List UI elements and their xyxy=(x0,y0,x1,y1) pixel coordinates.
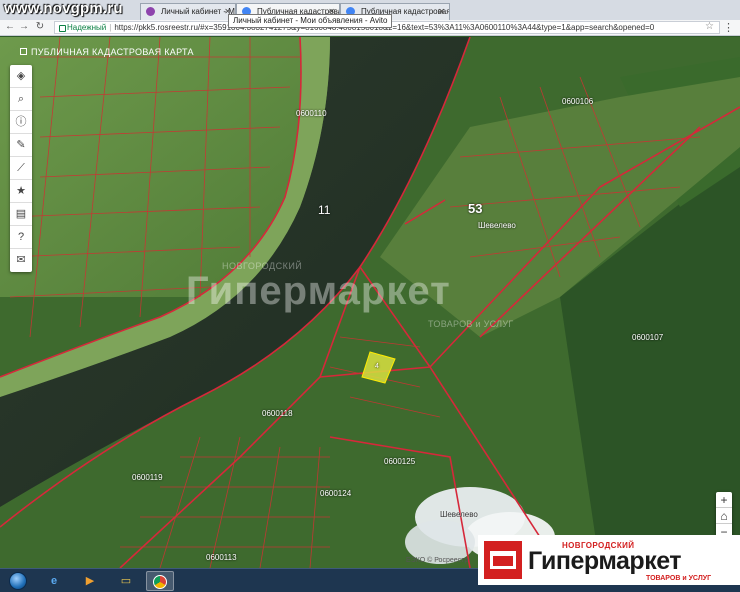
village-label-south: Шевелево xyxy=(440,510,478,519)
print-icon[interactable]: ▤ xyxy=(10,203,32,226)
satellite-imagery xyxy=(0,37,740,568)
pencil-icon[interactable]: ✎ xyxy=(10,134,32,157)
secure-label: Надежный xyxy=(55,23,106,32)
chrome-icon[interactable] xyxy=(146,571,174,591)
media-player-icon[interactable]: ▶ xyxy=(76,571,104,591)
zoom-control: + ⌂ − xyxy=(716,492,732,540)
map-title: ПУБЛИЧНАЯ КАДАСТРОВАЯ КАРТА xyxy=(20,47,194,57)
zoom-in-button[interactable]: + xyxy=(716,492,732,508)
tab-avito[interactable]: Личный кабинет - Мои ✕ xyxy=(140,3,236,20)
village-label: Шевелево xyxy=(478,221,516,230)
cadastral-map[interactable]: ПУБЛИЧНАЯ КАДАСТРОВАЯ КАРТА ◈ ⌕ ⓘ ✎ ⟋ ★ … xyxy=(0,37,740,568)
selected-parcel-label[interactable]: 4 xyxy=(375,363,379,370)
ruler-icon[interactable]: ⟋ xyxy=(10,157,32,180)
zoom-home-button[interactable]: ⌂ xyxy=(716,508,732,524)
river-zone-label: 11 xyxy=(318,203,331,217)
site-watermark: www.novgpm.ru xyxy=(4,0,123,17)
cart-logo-icon xyxy=(484,541,522,579)
start-button[interactable] xyxy=(4,571,32,591)
copyright-label: ЕЭКО © Росреестр xyxy=(406,557,469,564)
logo-sub-text: ТОВАРОВ и УСЛУГ xyxy=(646,575,712,582)
quarter-label: 0600107 xyxy=(632,333,664,342)
help-icon[interactable]: ? xyxy=(10,226,32,249)
menu-icon[interactable]: ⋮ xyxy=(723,21,734,34)
quarter-label: 0600106 xyxy=(562,97,594,106)
quarter-label: 0600124 xyxy=(320,489,352,498)
avito-favicon-icon xyxy=(146,7,155,16)
layers-icon[interactable]: ◈ xyxy=(10,65,32,88)
mail-icon[interactable]: ✉ xyxy=(10,249,32,272)
quarter-label: 0600113 xyxy=(206,553,237,562)
quarter-label: 0600110 xyxy=(296,109,327,118)
quarter-label: 0600118 xyxy=(262,409,293,418)
tab-tooltip: Личный кабинет - Мои объявления - Avito xyxy=(228,14,393,28)
close-tab-icon[interactable]: ✕ xyxy=(438,4,445,19)
map-toolbar: ◈ ⌕ ⓘ ✎ ⟋ ★ ▤ ? ✉ xyxy=(10,65,32,272)
hypermarket-logo: НОВГОРОДСКИЙ Гипермаркет ТОВАРОВ и УСЛУГ xyxy=(478,535,740,585)
quarter-label: 0600125 xyxy=(384,457,416,466)
search-icon[interactable]: ⌕ xyxy=(10,88,32,111)
star-icon[interactable]: ★ xyxy=(10,180,32,203)
ie-icon[interactable]: e xyxy=(40,571,68,591)
quarter-label: 0600119 xyxy=(132,473,163,482)
reload-icon[interactable]: ↻ xyxy=(34,21,46,32)
info-icon[interactable]: ⓘ xyxy=(10,111,32,134)
explorer-folder-icon[interactable]: ▭ xyxy=(112,571,140,591)
back-icon[interactable]: ← xyxy=(4,21,16,32)
bookmark-star-icon[interactable]: ☆ xyxy=(705,21,714,32)
region-label: 53 xyxy=(468,201,483,216)
logo-main-text: Гипермаркет xyxy=(528,547,682,575)
map-logo-icon xyxy=(20,48,27,55)
forward-icon[interactable]: → xyxy=(18,21,30,32)
